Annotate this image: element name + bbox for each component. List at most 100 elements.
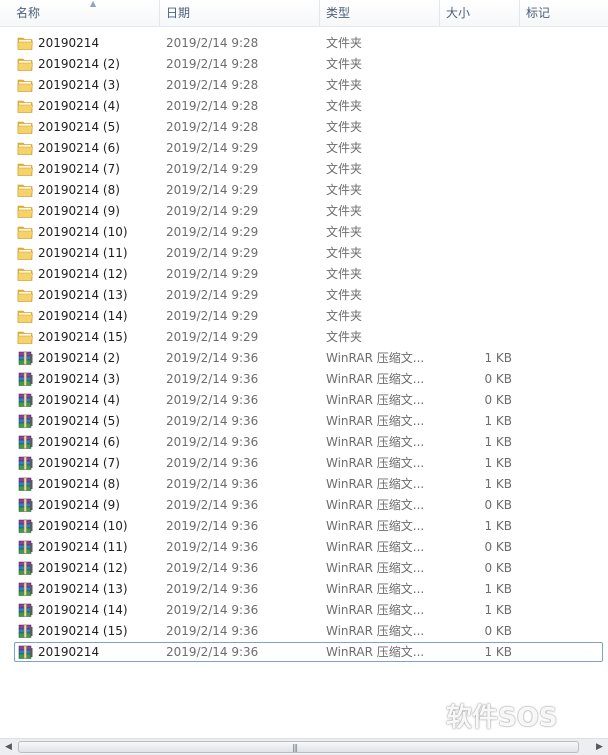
- file-type: WinRAR 压缩文...: [326, 456, 425, 470]
- folder-icon: [17, 309, 34, 324]
- scrollbar-grip-icon: |||: [292, 743, 298, 752]
- archive-row[interactable]: 20190214 (3) 2019/2/14 9:36 WinRAR 压缩文... 0…: [0, 369, 608, 390]
- column-header-name[interactable]: ▲ 名称: [10, 0, 160, 26]
- file-type: WinRAR 压缩文...: [326, 582, 425, 596]
- file-name: 20190214 (3): [38, 78, 120, 92]
- file-name: 20190214 (10): [38, 519, 128, 533]
- file-type: WinRAR 压缩文...: [326, 372, 425, 386]
- folder-row[interactable]: 20190214 (12) 2019/2/14 9:29 文件夹: [0, 264, 608, 285]
- file-type: WinRAR 压缩文...: [326, 561, 425, 575]
- file-type: WinRAR 压缩文...: [326, 393, 425, 407]
- folder-row[interactable]: 20190214 (8) 2019/2/14 9:29 文件夹: [0, 180, 608, 201]
- file-date: 2019/2/14 9:29: [166, 309, 259, 323]
- scroll-right-arrow-icon[interactable]: ▶: [591, 739, 608, 755]
- folder-row[interactable]: 20190214 (13) 2019/2/14 9:29 文件夹: [0, 285, 608, 306]
- archive-row[interactable]: 20190214 (2) 2019/2/14 9:36 WinRAR 压缩文... 1…: [0, 348, 608, 369]
- folder-icon: [17, 120, 34, 135]
- file-name: 20190214 (10): [38, 225, 128, 239]
- archive-row[interactable]: 20190214 (14) 2019/2/14 9:36 WinRAR 压缩文...…: [0, 600, 608, 621]
- folder-row[interactable]: 20190214 (9) 2019/2/14 9:29 文件夹: [0, 201, 608, 222]
- folder-row[interactable]: 20190214 (7) 2019/2/14 9:29 文件夹: [0, 159, 608, 180]
- folder-icon: [17, 78, 34, 93]
- archive-row[interactable]: 20190214 (9) 2019/2/14 9:36 WinRAR 压缩文... 0…: [0, 495, 608, 516]
- column-header-name-label: 名称: [16, 6, 41, 20]
- file-size: 0 KB: [484, 561, 512, 575]
- file-date: 2019/2/14 9:28: [166, 57, 259, 71]
- file-type: WinRAR 压缩文...: [326, 540, 425, 554]
- horizontal-scrollbar[interactable]: ◀ ||| ▶: [0, 738, 608, 755]
- file-name: 20190214 (14): [38, 309, 128, 323]
- folder-row[interactable]: 20190214 (4) 2019/2/14 9:28 文件夹: [0, 96, 608, 117]
- column-header-tags-label: 标记: [526, 6, 551, 20]
- selection-highlight: [14, 642, 603, 662]
- folder-row[interactable]: 20190214 (2) 2019/2/14 9:28 文件夹: [0, 54, 608, 75]
- file-type: WinRAR 压缩文...: [326, 414, 425, 428]
- file-name: 20190214 (7): [38, 162, 120, 176]
- file-date: 2019/2/14 9:36: [166, 603, 259, 617]
- archive-row[interactable]: 20190214 (7) 2019/2/14 9:36 WinRAR 压缩文... 1…: [0, 453, 608, 474]
- file-name: 20190214 (12): [38, 561, 128, 575]
- file-size: 1 KB: [484, 351, 512, 365]
- archive-row[interactable]: 20190214 (15) 2019/2/14 9:36 WinRAR 压缩文...…: [0, 621, 608, 642]
- winrar-archive-icon: [17, 477, 34, 492]
- folder-row[interactable]: 20190214 (3) 2019/2/14 9:28 文件夹: [0, 75, 608, 96]
- sort-ascending-icon: ▲: [90, 0, 97, 8]
- archive-row[interactable]: 20190214 (8) 2019/2/14 9:36 WinRAR 压缩文... 1…: [0, 474, 608, 495]
- archive-row[interactable]: 20190214 2019/2/14 9:36 WinRAR 压缩文... 1 KB: [0, 642, 608, 663]
- column-header-size[interactable]: 大小: [440, 0, 520, 26]
- folder-icon: [17, 225, 34, 240]
- archive-row[interactable]: 20190214 (5) 2019/2/14 9:36 WinRAR 压缩文... 1…: [0, 411, 608, 432]
- archive-row[interactable]: 20190214 (4) 2019/2/14 9:36 WinRAR 压缩文... 0…: [0, 390, 608, 411]
- file-date: 2019/2/14 9:29: [166, 225, 259, 239]
- folder-icon: [17, 246, 34, 261]
- column-header-date[interactable]: 日期: [160, 0, 320, 26]
- file-date: 2019/2/14 9:29: [166, 246, 259, 260]
- file-explorer-list: ▲ 名称 日期 类型 大小 标记 20190214 2019/2/14 9:28 文…: [0, 0, 608, 755]
- file-date: 2019/2/14 9:36: [166, 372, 259, 386]
- file-name: 20190214 (3): [38, 372, 120, 386]
- file-size: 1 KB: [484, 456, 512, 470]
- scrollbar-thumb[interactable]: |||: [18, 741, 579, 753]
- file-date: 2019/2/14 9:36: [166, 393, 259, 407]
- file-name: 20190214 (14): [38, 603, 128, 617]
- file-name: 20190214 (8): [38, 477, 120, 491]
- archive-row[interactable]: 20190214 (10) 2019/2/14 9:36 WinRAR 压缩文...…: [0, 516, 608, 537]
- folder-row[interactable]: 20190214 (14) 2019/2/14 9:29 文件夹: [0, 306, 608, 327]
- file-name: 20190214 (12): [38, 267, 128, 281]
- winrar-archive-icon: [17, 498, 34, 513]
- column-header-type[interactable]: 类型: [320, 0, 440, 26]
- column-header-tags[interactable]: 标记: [520, 0, 608, 26]
- file-date: 2019/2/14 9:36: [166, 477, 259, 491]
- winrar-archive-icon: [17, 456, 34, 471]
- file-name: 20190214 (5): [38, 120, 120, 134]
- archive-row[interactable]: 20190214 (12) 2019/2/14 9:36 WinRAR 压缩文...…: [0, 558, 608, 579]
- file-date: 2019/2/14 9:29: [166, 288, 259, 302]
- archive-row[interactable]: 20190214 (13) 2019/2/14 9:36 WinRAR 压缩文...…: [0, 579, 608, 600]
- file-name: 20190214 (11): [38, 540, 128, 554]
- file-date: 2019/2/14 9:28: [166, 36, 259, 50]
- winrar-archive-icon: [17, 540, 34, 555]
- folder-row[interactable]: 20190214 (11) 2019/2/14 9:29 文件夹: [0, 243, 608, 264]
- scroll-left-arrow-icon[interactable]: ◀: [0, 739, 17, 755]
- folder-row[interactable]: 20190214 (6) 2019/2/14 9:29 文件夹: [0, 138, 608, 159]
- file-date: 2019/2/14 9:36: [166, 624, 259, 638]
- folder-row[interactable]: 20190214 (5) 2019/2/14 9:28 文件夹: [0, 117, 608, 138]
- column-header-type-label: 类型: [326, 6, 351, 20]
- file-type: 文件夹: [326, 225, 363, 239]
- file-type: WinRAR 压缩文...: [326, 519, 425, 533]
- file-date: 2019/2/14 9:29: [166, 141, 259, 155]
- file-date: 2019/2/14 9:28: [166, 120, 259, 134]
- folder-row[interactable]: 20190214 (15) 2019/2/14 9:29 文件夹: [0, 327, 608, 348]
- winrar-archive-icon: [17, 582, 34, 597]
- file-date: 2019/2/14 9:28: [166, 99, 259, 113]
- column-header-size-label: 大小: [446, 6, 471, 20]
- file-date: 2019/2/14 9:36: [166, 414, 259, 428]
- file-size: 1 KB: [484, 414, 512, 428]
- folder-row[interactable]: 20190214 2019/2/14 9:28 文件夹: [0, 33, 608, 54]
- archive-row[interactable]: 20190214 (11) 2019/2/14 9:36 WinRAR 压缩文...…: [0, 537, 608, 558]
- column-header-date-label: 日期: [166, 6, 191, 20]
- archive-row[interactable]: 20190214 (6) 2019/2/14 9:36 WinRAR 压缩文... 1…: [0, 432, 608, 453]
- file-size: 0 KB: [484, 624, 512, 638]
- folder-row[interactable]: 20190214 (10) 2019/2/14 9:29 文件夹: [0, 222, 608, 243]
- file-type: 文件夹: [326, 183, 363, 197]
